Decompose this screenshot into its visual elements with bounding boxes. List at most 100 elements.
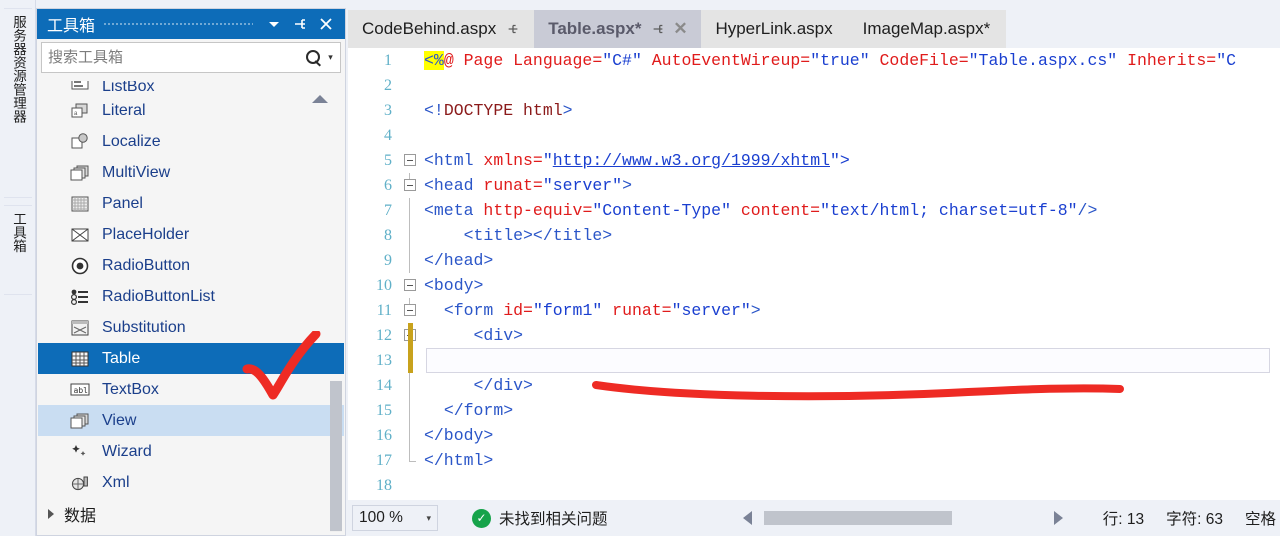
- code-line[interactable]: 14 </div>: [348, 373, 1280, 398]
- search-dropdown-caret-icon[interactable]: ▾: [324, 52, 340, 63]
- code-token: ": [542, 151, 553, 170]
- scroll-left-arrow-icon[interactable]: [743, 511, 752, 525]
- code-line[interactable]: 15 </form>: [348, 398, 1280, 423]
- code-line[interactable]: 3 <!DOCTYPE html>: [348, 98, 1280, 123]
- fold-guide-line: [409, 198, 410, 223]
- close-icon[interactable]: ✕: [669, 19, 691, 39]
- toolbox-item-localize[interactable]: Localize: [38, 126, 344, 157]
- code-token: >: [622, 176, 632, 195]
- code-token: <title></title>: [463, 226, 613, 245]
- fold-guide-line: [409, 398, 410, 423]
- dock-tab-server-explorer[interactable]: 服务器资源管理器: [4, 8, 32, 198]
- toolbox-search-box[interactable]: ▾: [41, 42, 341, 73]
- code-editor[interactable]: 1 <%@ Page Language="C#" AutoEventWireup…: [348, 48, 1280, 500]
- check-circle-icon: ✓: [472, 508, 491, 528]
- code-text: </html>: [422, 451, 493, 470]
- toolbox-vertical-scrollbar[interactable]: [330, 381, 342, 532]
- dock-tab-toolbox[interactable]: 工具箱: [4, 205, 32, 295]
- toolbox-scrollbar-thumb[interactable]: [330, 381, 342, 531]
- toolbox-item-substitution[interactable]: Substitution: [38, 312, 344, 343]
- fold-slot[interactable]: [400, 173, 422, 198]
- fold-slot[interactable]: [400, 298, 422, 323]
- line-number: 16: [376, 426, 392, 444]
- fold-slot[interactable]: [400, 273, 422, 298]
- code-token: http-equiv=: [483, 201, 593, 220]
- code-token: "Table1": [631, 351, 712, 370]
- toolbox-item-wizard[interactable]: Wizard: [38, 436, 344, 467]
- code-token: runat=: [483, 176, 543, 195]
- fold-slot: [400, 448, 422, 473]
- toolbox-item-textbox[interactable]: abl TextBox: [38, 374, 344, 405]
- toolbox-item-radiobutton[interactable]: RadioButton: [38, 250, 344, 281]
- fold-collapse-icon[interactable]: [404, 304, 416, 316]
- code-text: <div>: [422, 326, 524, 345]
- code-line[interactable]: 7 <meta http-equiv="Content-Type" conten…: [348, 198, 1280, 223]
- scroll-right-arrow-icon[interactable]: [1054, 511, 1063, 525]
- code-token: <asp:Table: [493, 351, 603, 370]
- scroll-up-arrow-icon[interactable]: [312, 95, 328, 103]
- tab-label: ImageMap.aspx*: [862, 19, 991, 38]
- toolbox-item-placeholder[interactable]: PlaceHolder: [38, 219, 344, 250]
- toolbox-item-label: MultiView: [102, 163, 171, 181]
- view-icon: [66, 410, 94, 432]
- pin-icon[interactable]: [647, 18, 669, 40]
- toolbox-item-view[interactable]: View: [38, 405, 344, 436]
- svg-text:abl: abl: [74, 386, 89, 395]
- code-url-link[interactable]: http://www.w3.org/1999/xhtml: [553, 151, 830, 170]
- chevron-down-icon[interactable]: [261, 11, 287, 37]
- code-line[interactable]: 8 <title></title>: [348, 223, 1280, 248]
- code-line[interactable]: 5 <html xmlns="http://www.w3.org/1999/xh…: [348, 148, 1280, 173]
- chevron-down-icon[interactable]: ▾: [426, 513, 431, 524]
- tab-hyperlink-aspx[interactable]: HyperLink.aspx: [701, 10, 849, 48]
- code-line[interactable]: 18: [348, 473, 1280, 498]
- code-token: </head>: [424, 251, 494, 270]
- close-icon[interactable]: [313, 11, 339, 37]
- pin-icon[interactable]: [287, 11, 313, 37]
- fold-collapse-icon[interactable]: [404, 279, 416, 291]
- pin-icon[interactable]: [502, 18, 524, 40]
- editor-horizontal-scrollbar[interactable]: [743, 508, 1063, 528]
- fold-collapse-icon[interactable]: [404, 154, 416, 166]
- code-text: </body>: [422, 426, 493, 445]
- code-line[interactable]: 10 <body>: [348, 273, 1280, 298]
- toolbox-item-listbox[interactable]: ListBox: [38, 81, 344, 95]
- zoom-level-selector[interactable]: 100 % ▾: [352, 505, 438, 531]
- code-line[interactable]: 2: [348, 73, 1280, 98]
- code-line[interactable]: 12 <div>: [348, 323, 1280, 348]
- fold-guide-line: [409, 223, 410, 248]
- search-input[interactable]: [42, 49, 302, 66]
- toolbox-item-xml[interactable]: Xml: [38, 467, 344, 498]
- fold-slot[interactable]: [400, 148, 422, 173]
- scrollbar-thumb[interactable]: [764, 511, 952, 525]
- problem-status[interactable]: ✓ 未找到相关问题: [472, 507, 608, 529]
- toolbox-item-radiobuttonlist[interactable]: RadioButtonList: [38, 281, 344, 312]
- code-line[interactable]: 1 <%@ Page Language="C#" AutoEventWireup…: [348, 48, 1280, 73]
- toolbox-item-list[interactable]: ListBox a Literal Localize MultiView Pan…: [38, 81, 344, 534]
- line-number: 3: [384, 101, 392, 119]
- tab-imagemap-aspx[interactable]: ImageMap.aspx*: [848, 10, 1007, 48]
- code-line[interactable]: 6 <head runat="server">: [348, 173, 1280, 198]
- tab-codebehind-aspx[interactable]: CodeBehind.aspx: [348, 10, 535, 48]
- code-line[interactable]: 4: [348, 123, 1280, 148]
- code-token: <%: [424, 51, 444, 70]
- fold-collapse-icon[interactable]: [404, 179, 416, 191]
- line-number: 7: [384, 201, 392, 219]
- toolbox-item-literal[interactable]: a Literal: [38, 95, 344, 126]
- placeholder-icon: [66, 224, 94, 246]
- tab-table-aspx[interactable]: Table.aspx* ✕: [534, 10, 702, 48]
- code-line[interactable]: 9 </head>: [348, 248, 1280, 273]
- code-line[interactable]: 16 </body>: [348, 423, 1280, 448]
- code-token: "Content-Type": [592, 201, 731, 220]
- toolbox-item-panel[interactable]: Panel: [38, 188, 344, 219]
- toolbox-item-table[interactable]: Table: [38, 343, 344, 374]
- code-line[interactable]: 17 </html>: [348, 448, 1280, 473]
- code-token: <form: [443, 301, 504, 320]
- code-line[interactable]: 11 <form id="form1" runat="server">: [348, 298, 1280, 323]
- line-number: 5: [384, 151, 392, 169]
- scrollbar-track[interactable]: [764, 511, 1042, 525]
- toolbox-item-multiview[interactable]: MultiView: [38, 157, 344, 188]
- panel-icon: [66, 193, 94, 215]
- toolbox-group-data[interactable]: 数据: [38, 498, 344, 529]
- fold-slot: [400, 423, 422, 448]
- code-line-current[interactable]: 13 <asp:Table ID="Table1" runat="server"…: [348, 348, 1280, 373]
